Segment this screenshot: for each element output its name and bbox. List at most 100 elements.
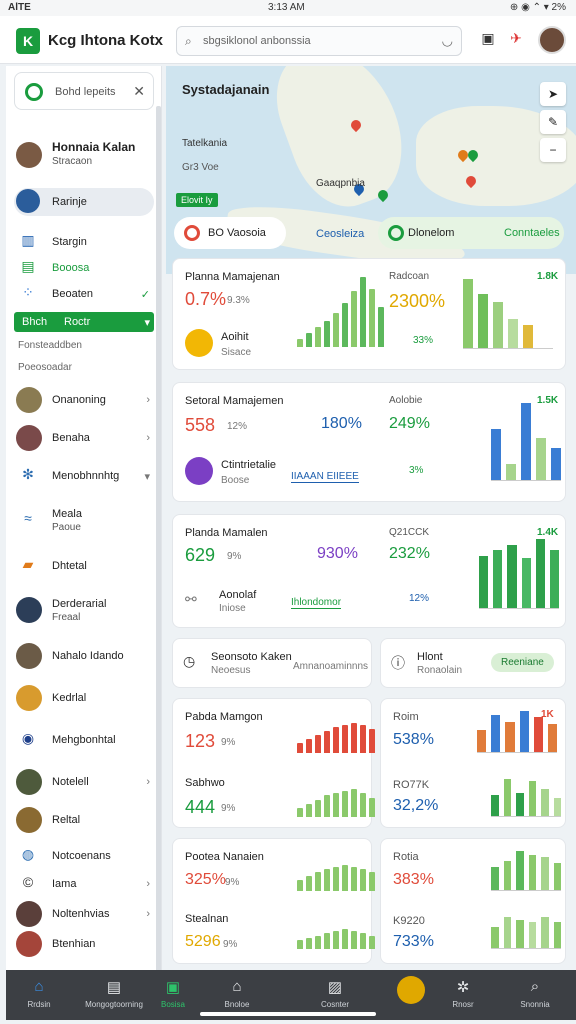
- chart-bar: [463, 279, 473, 348]
- list-item[interactable]: ◉ Mehgbonhtal: [14, 730, 154, 750]
- message-icon: ▣: [165, 979, 181, 996]
- zoom-out-icon[interactable]: −: [540, 138, 566, 162]
- search-card[interactable]: ◷ Seonsoto Kaken Neoesus Amnanoaminnns: [172, 638, 372, 688]
- check-icon: ✓: [140, 289, 150, 301]
- pill-link[interactable]: Ceosleiza: [316, 228, 364, 240]
- action-button[interactable]: Reeniane: [491, 653, 554, 672]
- list-item[interactable]: Onanoning ›: [14, 386, 154, 414]
- stat-card[interactable]: Setoral Mamajemen 558 12% 180% Ctintriet…: [172, 382, 566, 502]
- card-subvalue: Iniose: [219, 603, 246, 614]
- chart-bar: [351, 291, 357, 347]
- network-icon: ⚯: [185, 591, 197, 607]
- tab-home[interactable]: ⌂ Rrdsin: [12, 978, 66, 1009]
- chevron-right-icon: ›: [146, 878, 150, 890]
- mini-value: 123: [185, 731, 216, 751]
- sidebar: Bohd lepeits ✕ Honnaia Kalan Stracaon Ra…: [6, 66, 162, 986]
- tools-icon[interactable]: ✎: [540, 110, 566, 134]
- chart-bar: [369, 797, 375, 817]
- bar-chart: [297, 929, 375, 949]
- mini-stat-card[interactable]: Roim 538% 1K RO77K 32,2%: [380, 698, 566, 828]
- mini-stat-card[interactable]: Pootea Nanaien 325% 9% Stealnan 5296 9%: [172, 838, 375, 964]
- search-input[interactable]: ⌕ sbgsiklonol anbonssia ◡: [176, 26, 462, 56]
- copyright-icon: ©: [22, 874, 34, 890]
- user-avatar[interactable]: [538, 26, 566, 54]
- chart-bar: [342, 303, 348, 347]
- list-item[interactable]: © Iama ›: [14, 874, 154, 894]
- sidebar-search-field[interactable]: Bohd lepeits ✕: [14, 72, 154, 110]
- location-pill[interactable]: BO Vaosoia: [174, 217, 286, 249]
- chevron-down-icon: ▾: [144, 471, 150, 483]
- tab-cosnter[interactable]: ▨ Cosnter: [308, 978, 362, 1009]
- list-item[interactable]: Notelell ›: [14, 768, 154, 796]
- microphone-icon[interactable]: ◡: [442, 33, 453, 49]
- chart-bar: [360, 793, 366, 817]
- navigate-icon[interactable]: ➤: [540, 82, 566, 106]
- column-chart: [491, 851, 561, 891]
- tab-monitoring[interactable]: ▤ Mongogtoorning: [74, 978, 154, 1009]
- card-link[interactable]: Ihlondomor: [291, 597, 342, 609]
- home-indicator[interactable]: [200, 1012, 376, 1016]
- card-link[interactable]: IIAAAN EIIEEE: [291, 471, 359, 483]
- grid-icon: ▤: [21, 258, 35, 274]
- sidebar-item-stargin[interactable]: ▥ Stargin: [14, 232, 154, 252]
- list-item[interactable]: Reltal: [14, 806, 154, 834]
- sidebar-item-bhch[interactable]: Bhch Roctr ▾: [14, 312, 154, 332]
- close-icon[interactable]: ✕: [133, 83, 145, 100]
- chart-bar: [306, 739, 312, 753]
- chart-bar: [521, 557, 531, 608]
- tab-search[interactable]: ⌕ Snonnia: [508, 978, 562, 1009]
- sidebar-item-rarinje[interactable]: Rarinje: [14, 188, 154, 216]
- sidebar-scrollbar[interactable]: [156, 106, 161, 986]
- list-item-label: Iama: [52, 878, 77, 890]
- mini-stat-card[interactable]: Pabda Mamgon 123 9% Sabhwo 444 9%: [172, 698, 375, 828]
- chart-bar: [516, 919, 524, 948]
- tab-rnosr[interactable]: ✲ Rnosr: [436, 978, 490, 1009]
- tab-bosisa[interactable]: ▣ Bosisa: [146, 978, 200, 1009]
- filter-pill[interactable]: Dlonelom Conntaeles: [378, 217, 564, 249]
- chart-bar: [315, 871, 321, 891]
- tab-center-coin[interactable]: [384, 976, 438, 1004]
- filter-pill-secondary: Conntaeles: [504, 227, 560, 239]
- home-icon: ⌂: [34, 978, 44, 995]
- profile-item[interactable]: Honnaia Kalan Stracaon: [14, 138, 154, 172]
- list-item[interactable]: ◍ Notcoenans: [14, 846, 154, 866]
- card-right-sub: 33%: [413, 335, 434, 346]
- section-heading: Fonsteaddben: [18, 340, 82, 351]
- sync-icon: [185, 457, 213, 485]
- list-item[interactable]: Benaha ›: [14, 424, 154, 452]
- chevron-right-icon: ›: [146, 394, 150, 406]
- list-item[interactable]: Btenhian: [14, 930, 154, 958]
- search-card[interactable]: ⓘ Hlont Ronaolain Reeniane: [380, 638, 566, 688]
- card-mid-value: 930%: [317, 545, 358, 562]
- chart-bar: [315, 327, 321, 347]
- search-card-sub: Ronaolain: [417, 665, 463, 676]
- list-item[interactable]: ≈ Meala Paoue: [14, 504, 154, 536]
- sidebar-item-booosa[interactable]: ▤ Booosa: [14, 258, 154, 278]
- tab-bnoloe[interactable]: ⌂ Bnoloe: [210, 978, 264, 1009]
- list-item[interactable]: Derderarial Freaal: [14, 594, 154, 626]
- chevron-right-icon: ›: [146, 776, 150, 788]
- mini-title: Pabda Mamgon: [185, 711, 263, 723]
- profile-subtitle: Stracaon: [52, 156, 93, 167]
- sidebar-item-beoaten[interactable]: ⁘ Beoaten ✓: [14, 284, 154, 304]
- tab-label: Snonnia: [520, 1000, 550, 1009]
- card-subvalue: Sisace: [221, 347, 252, 358]
- stat-card[interactable]: Planna Mamajenan 0.7% 9.3% Aoihit Sisace…: [172, 258, 566, 370]
- search-card-title: Seonsoto Kaken: [211, 651, 292, 663]
- house-icon: ⌂: [232, 978, 242, 995]
- bookmark-icon[interactable]: ▣: [478, 30, 498, 50]
- stat-card[interactable]: Planda Mamalen 629 9% 930% ⚯ Aonolaf Ini…: [172, 514, 566, 628]
- mini-value: 325%: [185, 871, 226, 888]
- list-item[interactable]: ▰ Dhtetal: [14, 554, 154, 578]
- tab-label: Rrdsin: [27, 1000, 51, 1009]
- tab-label: Bosisa: [160, 1000, 185, 1009]
- list-item[interactable]: Noltenhvias ›: [14, 900, 154, 928]
- sidebar-item-label: Bhch: [22, 316, 48, 328]
- card-right-title: Aolobie: [389, 395, 423, 406]
- notification-icon[interactable]: ✈: [506, 30, 526, 50]
- list-item[interactable]: Nahalo Idando: [14, 642, 154, 670]
- list-item[interactable]: Kedrlal: [14, 684, 154, 712]
- list-item[interactable]: ✻ Menobhnnhtg ▾: [14, 462, 154, 490]
- list-item-avatar: [16, 387, 42, 413]
- mini-stat-card[interactable]: Rotia 383% K9220 733%: [380, 838, 566, 964]
